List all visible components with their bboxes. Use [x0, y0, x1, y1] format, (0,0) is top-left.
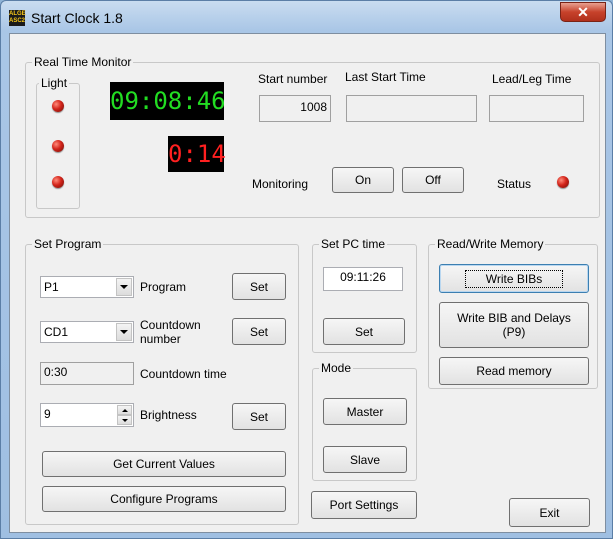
time-display: 09:08:46 [110, 82, 226, 120]
light-1-led [52, 100, 64, 112]
chevron-down-icon[interactable] [116, 278, 132, 296]
brightness-set-button[interactable]: Set [232, 403, 286, 430]
monitoring-off-button[interactable]: Off [402, 167, 464, 193]
countdown-number-select[interactable]: CD1 [40, 321, 134, 343]
close-icon: ✕ [577, 4, 589, 20]
start-number-label: Start number [258, 72, 328, 86]
set-pc-time-label: Set PC time [319, 237, 388, 251]
status-led [557, 176, 569, 188]
pc-time-field[interactable]: 09:11:26 [323, 267, 403, 291]
mode-group: Mode Master Slave [312, 361, 417, 481]
countdown-number-value: CD1 [44, 325, 69, 339]
start-number-field: 1008 [259, 95, 331, 122]
close-button[interactable]: ✕ [560, 2, 606, 22]
program-select-value: P1 [44, 280, 59, 294]
countdown-time-label: Countdown time [140, 367, 227, 381]
program-label: Program [140, 280, 187, 294]
spin-down-icon[interactable] [117, 415, 132, 425]
countdown-display: 0:14 [168, 136, 226, 172]
countdown-set-button[interactable]: Set [232, 318, 286, 345]
brightness-label: Brightness [140, 408, 197, 422]
spin-up-icon[interactable] [117, 405, 132, 415]
app-window: ALGE ASC2 Start Clock 1.8 ✕ Real Time Mo… [0, 0, 613, 539]
light-2-led [52, 140, 64, 152]
configure-programs-button[interactable]: Configure Programs [42, 486, 286, 512]
app-logo-icon: ALGE ASC2 [9, 10, 26, 26]
lead-leg-time-field [489, 95, 584, 122]
status-label: Status [497, 177, 532, 191]
brightness-value: 9 [44, 407, 51, 421]
light-group: Light [36, 76, 80, 209]
real-time-monitor-label: Real Time Monitor [32, 55, 134, 69]
light-3-led [52, 176, 64, 188]
last-start-time-label: Last Start Time [345, 70, 426, 84]
write-bibs-button[interactable]: Write BIBs [439, 264, 589, 293]
client-area: Real Time Monitor Light 09:08:46 0:14 St… [9, 33, 606, 533]
countdown-time-field: 0:30 [40, 362, 134, 385]
countdown-number-label: Countdown number [140, 318, 201, 346]
read-write-memory-label: Read/Write Memory [435, 237, 546, 251]
light-label: Light [39, 76, 70, 90]
chevron-down-icon[interactable] [116, 323, 132, 341]
monitoring-on-button[interactable]: On [332, 167, 394, 193]
port-settings-button[interactable]: Port Settings [311, 491, 417, 519]
last-start-time-field [346, 95, 477, 122]
brightness-spinner[interactable]: 9 [40, 403, 134, 427]
mode-label: Mode [319, 361, 354, 375]
program-set-button[interactable]: Set [232, 273, 286, 300]
write-bibs-label: Write BIBs [464, 269, 564, 288]
lead-leg-time-label: Lead/Leg Time [492, 72, 572, 86]
program-select[interactable]: P1 [40, 276, 134, 298]
title-bar[interactable]: ALGE ASC2 Start Clock 1.8 ✕ [1, 1, 612, 33]
set-program-group: Set Program P1 Program Set CD1 Countdown… [25, 237, 299, 525]
monitoring-label: Monitoring [252, 177, 309, 191]
real-time-monitor-group: Real Time Monitor Light 09:08:46 0:14 St… [25, 55, 600, 218]
set-pc-time-group: Set PC time 09:11:26 Set [312, 237, 417, 353]
exit-button[interactable]: Exit [509, 498, 590, 527]
window-title: Start Clock 1.8 [31, 10, 123, 26]
read-memory-button[interactable]: Read memory [439, 357, 589, 385]
pc-time-set-button[interactable]: Set [323, 318, 405, 345]
set-program-label: Set Program [32, 237, 104, 251]
write-bib-delays-button[interactable]: Write BIB and Delays (P9) [439, 302, 589, 348]
read-write-memory-group: Read/Write Memory Write BIBs Write BIB a… [428, 237, 598, 389]
slave-button[interactable]: Slave [323, 446, 407, 473]
get-current-values-button[interactable]: Get Current Values [42, 451, 286, 477]
master-button[interactable]: Master [323, 398, 407, 425]
